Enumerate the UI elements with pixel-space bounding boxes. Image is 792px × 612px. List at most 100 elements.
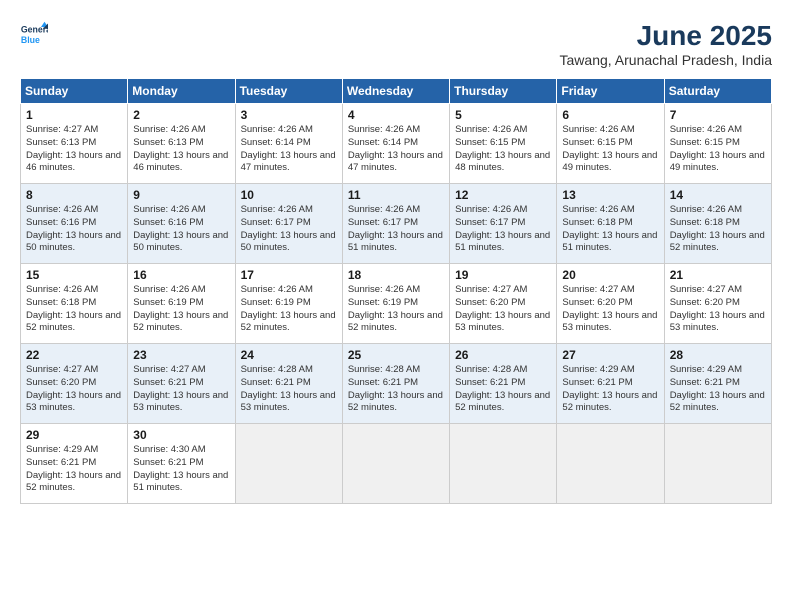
day-number: 7: [670, 108, 766, 122]
calendar-cell: 4 Sunrise: 4:26 AM Sunset: 6:14 PM Daylig…: [342, 104, 449, 184]
day-number: 19: [455, 268, 551, 282]
header-monday: Monday: [128, 79, 235, 104]
calendar-cell: 16 Sunrise: 4:26 AM Sunset: 6:19 PM Dayli…: [128, 264, 235, 344]
calendar-cell: 15Sunrise: 4:26 AM Sunset: 6:18 PM Dayli…: [21, 264, 128, 344]
calendar-cell: 6 Sunrise: 4:26 AM Sunset: 6:15 PM Daylig…: [557, 104, 664, 184]
calendar-week-row: 29Sunrise: 4:29 AM Sunset: 6:21 PM Dayli…: [21, 424, 772, 504]
day-info: Sunrise: 4:26 AM Sunset: 6:19 PM Dayligh…: [241, 284, 337, 335]
svg-text:Blue: Blue: [21, 35, 40, 45]
day-info: Sunrise: 4:28 AM Sunset: 6:21 PM Dayligh…: [455, 364, 551, 415]
day-info: Sunrise: 4:29 AM Sunset: 6:21 PM Dayligh…: [26, 444, 122, 495]
header-wednesday: Wednesday: [342, 79, 449, 104]
calendar-week-row: 15Sunrise: 4:26 AM Sunset: 6:18 PM Dayli…: [21, 264, 772, 344]
day-info: Sunrise: 4:29 AM Sunset: 6:21 PM Dayligh…: [670, 364, 766, 415]
header-friday: Friday: [557, 79, 664, 104]
day-number: 4: [348, 108, 444, 122]
day-info: Sunrise: 4:26 AM Sunset: 6:19 PM Dayligh…: [348, 284, 444, 335]
day-info: Sunrise: 4:26 AM Sunset: 6:19 PM Dayligh…: [133, 284, 229, 335]
calendar-cell: [235, 424, 342, 504]
calendar-cell: 12 Sunrise: 4:26 AM Sunset: 6:17 PM Dayli…: [450, 184, 557, 264]
header-saturday: Saturday: [664, 79, 771, 104]
day-number: 30: [133, 428, 229, 442]
day-number: 21: [670, 268, 766, 282]
calendar-cell: [450, 424, 557, 504]
calendar-cell: 11 Sunrise: 4:26 AM Sunset: 6:17 PM Dayli…: [342, 184, 449, 264]
calendar-cell: 22 Sunrise: 4:27 AM Sunset: 6:20 PM Dayli…: [21, 344, 128, 424]
day-number: 6: [562, 108, 658, 122]
calendar-cell: [664, 424, 771, 504]
day-info: Sunrise: 4:28 AM Sunset: 6:21 PM Dayligh…: [348, 364, 444, 415]
calendar-cell: 3Sunrise: 4:26 AM Sunset: 6:14 PM Daylig…: [235, 104, 342, 184]
day-info: Sunrise: 4:26 AM Sunset: 6:18 PM Dayligh…: [26, 284, 122, 335]
day-info: Sunrise: 4:30 AM Sunset: 6:21 PM Dayligh…: [133, 444, 229, 495]
day-info: Sunrise: 4:27 AM Sunset: 6:20 PM Dayligh…: [670, 284, 766, 335]
calendar-week-row: 8 Sunrise: 4:26 AM Sunset: 6:16 PM Daylig…: [21, 184, 772, 264]
header-sunday: Sunday: [21, 79, 128, 104]
calendar-cell: 2Sunrise: 4:26 AM Sunset: 6:13 PM Daylig…: [128, 104, 235, 184]
day-number: 16: [133, 268, 229, 282]
day-info: Sunrise: 4:26 AM Sunset: 6:15 PM Dayligh…: [455, 124, 551, 175]
calendar-table: Sunday Monday Tuesday Wednesday Thursday…: [20, 78, 772, 504]
day-info: Sunrise: 4:27 AM Sunset: 6:20 PM Dayligh…: [562, 284, 658, 335]
day-number: 18: [348, 268, 444, 282]
calendar-cell: 28 Sunrise: 4:29 AM Sunset: 6:21 PM Dayli…: [664, 344, 771, 424]
day-info: Sunrise: 4:29 AM Sunset: 6:21 PM Dayligh…: [562, 364, 658, 415]
day-number: 25: [348, 348, 444, 362]
day-number: 3: [241, 108, 337, 122]
month-year-title: June 2025: [560, 20, 772, 52]
calendar-cell: 25 Sunrise: 4:28 AM Sunset: 6:21 PM Dayli…: [342, 344, 449, 424]
calendar-week-row: 1 Sunrise: 4:27 AM Sunset: 6:13 PM Daylig…: [21, 104, 772, 184]
location-subtitle: Tawang, Arunachal Pradesh, India: [560, 52, 772, 68]
day-info: Sunrise: 4:27 AM Sunset: 6:20 PM Dayligh…: [455, 284, 551, 335]
logo-icon: General Blue: [20, 20, 48, 48]
day-number: 5: [455, 108, 551, 122]
day-number: 12: [455, 188, 551, 202]
day-number: 26: [455, 348, 551, 362]
day-info: Sunrise: 4:28 AM Sunset: 6:21 PM Dayligh…: [241, 364, 337, 415]
calendar-cell: 21 Sunrise: 4:27 AM Sunset: 6:20 PM Dayli…: [664, 264, 771, 344]
day-info: Sunrise: 4:26 AM Sunset: 6:15 PM Dayligh…: [562, 124, 658, 175]
day-number: 14: [670, 188, 766, 202]
day-info: Sunrise: 4:26 AM Sunset: 6:18 PM Dayligh…: [670, 204, 766, 255]
day-info: Sunrise: 4:26 AM Sunset: 6:17 PM Dayligh…: [348, 204, 444, 255]
calendar-cell: 10Sunrise: 4:26 AM Sunset: 6:17 PM Dayli…: [235, 184, 342, 264]
calendar-cell: 23 Sunrise: 4:27 AM Sunset: 6:21 PM Dayli…: [128, 344, 235, 424]
day-number: 11: [348, 188, 444, 202]
day-info: Sunrise: 4:26 AM Sunset: 6:16 PM Dayligh…: [26, 204, 122, 255]
day-number: 23: [133, 348, 229, 362]
calendar-cell: [557, 424, 664, 504]
day-number: 28: [670, 348, 766, 362]
day-number: 24: [241, 348, 337, 362]
day-number: 20: [562, 268, 658, 282]
header-tuesday: Tuesday: [235, 79, 342, 104]
day-number: 13: [562, 188, 658, 202]
calendar-cell: 29Sunrise: 4:29 AM Sunset: 6:21 PM Dayli…: [21, 424, 128, 504]
calendar-cell: 8 Sunrise: 4:26 AM Sunset: 6:16 PM Daylig…: [21, 184, 128, 264]
day-number: 22: [26, 348, 122, 362]
day-info: Sunrise: 4:27 AM Sunset: 6:13 PM Dayligh…: [26, 124, 122, 175]
day-info: Sunrise: 4:26 AM Sunset: 6:17 PM Dayligh…: [455, 204, 551, 255]
calendar-cell: 5 Sunrise: 4:26 AM Sunset: 6:15 PM Daylig…: [450, 104, 557, 184]
calendar-cell: 30 Sunrise: 4:30 AM Sunset: 6:21 PM Dayli…: [128, 424, 235, 504]
title-block: June 2025 Tawang, Arunachal Pradesh, Ind…: [560, 20, 772, 68]
day-number: 27: [562, 348, 658, 362]
day-info: Sunrise: 4:26 AM Sunset: 6:18 PM Dayligh…: [562, 204, 658, 255]
calendar-cell: 18 Sunrise: 4:26 AM Sunset: 6:19 PM Dayli…: [342, 264, 449, 344]
calendar-cell: 24 Sunrise: 4:28 AM Sunset: 6:21 PM Dayli…: [235, 344, 342, 424]
calendar-cell: 17Sunrise: 4:26 AM Sunset: 6:19 PM Dayli…: [235, 264, 342, 344]
calendar-cell: 26 Sunrise: 4:28 AM Sunset: 6:21 PM Dayli…: [450, 344, 557, 424]
day-number: 9: [133, 188, 229, 202]
day-number: 1: [26, 108, 122, 122]
day-info: Sunrise: 4:27 AM Sunset: 6:20 PM Dayligh…: [26, 364, 122, 415]
calendar-cell: 1 Sunrise: 4:27 AM Sunset: 6:13 PM Daylig…: [21, 104, 128, 184]
day-info: Sunrise: 4:27 AM Sunset: 6:21 PM Dayligh…: [133, 364, 229, 415]
day-number: 10: [241, 188, 337, 202]
header-thursday: Thursday: [450, 79, 557, 104]
calendar-cell: 9 Sunrise: 4:26 AM Sunset: 6:16 PM Daylig…: [128, 184, 235, 264]
day-info: Sunrise: 4:26 AM Sunset: 6:14 PM Dayligh…: [348, 124, 444, 175]
calendar-cell: [342, 424, 449, 504]
day-info: Sunrise: 4:26 AM Sunset: 6:16 PM Dayligh…: [133, 204, 229, 255]
calendar-week-row: 22 Sunrise: 4:27 AM Sunset: 6:20 PM Dayli…: [21, 344, 772, 424]
calendar-cell: 13 Sunrise: 4:26 AM Sunset: 6:18 PM Dayli…: [557, 184, 664, 264]
day-number: 8: [26, 188, 122, 202]
